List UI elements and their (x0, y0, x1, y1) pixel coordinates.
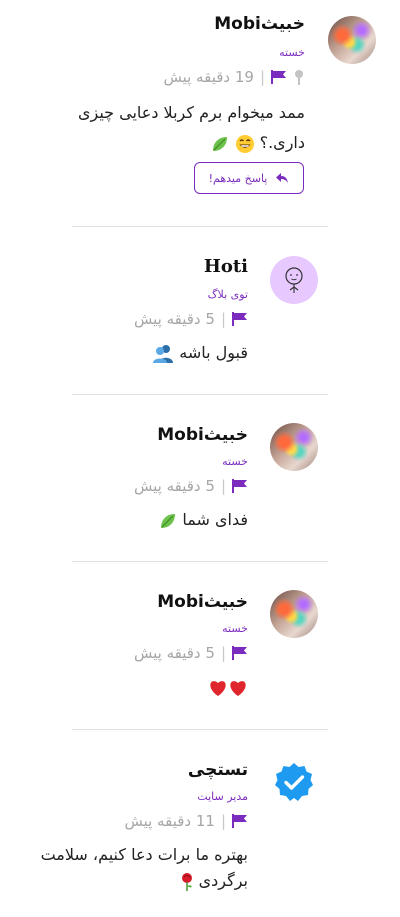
comment-feed: خبیثMobi خسته | 19 دقیقه پیش ممد میخوام … (0, 0, 400, 917)
username[interactable]: خبیثMobi (157, 425, 248, 445)
meta-separator: | (259, 68, 265, 86)
avatar[interactable] (270, 758, 318, 806)
verified-badge-icon (275, 763, 313, 801)
comment-time: 19 دقیقه پیش (163, 68, 254, 86)
avatar[interactable] (270, 590, 318, 638)
red-heart-icon (210, 680, 226, 696)
comment-text: قبول باشه (179, 343, 248, 362)
user-role: خسته (222, 622, 248, 635)
comment-text-line: برگردی (8, 868, 248, 894)
user-role: خسته (222, 455, 248, 468)
avatar[interactable] (270, 423, 318, 471)
comment-time: 11 دقیقه پیش (124, 812, 215, 830)
leaf-icon (161, 513, 176, 528)
comment-text: فدای شما (182, 510, 248, 529)
report-flag-icon[interactable] (232, 814, 248, 828)
comment-item: خبیثMobi خسته | 5 دقیقه پیش فدای شما (0, 395, 400, 561)
comment-text-line: داری.؟ (15, 128, 305, 158)
username[interactable]: خبیثMobi (157, 592, 248, 612)
meta-separator: | (220, 310, 226, 328)
comment-body (18, 672, 248, 702)
comment-time: 5 دقیقه پیش (134, 477, 215, 495)
comment-text-line: بهتره ما برات دعا کنیم، سلامت (40, 845, 248, 864)
report-flag-icon[interactable] (232, 646, 248, 660)
comment-text-line: ممد میخوام برم کربلا دعایی چیزی (77, 103, 305, 122)
report-flag-icon[interactable] (271, 70, 287, 84)
avatar[interactable] (270, 256, 318, 304)
comment-time: 5 دقیقه پیش (134, 644, 215, 662)
people-icon (153, 344, 174, 363)
comment-body: قبول باشه (18, 338, 248, 368)
comment-meta: | 11 دقیقه پیش (124, 812, 248, 830)
comment-meta: | 5 دقیقه پیش (134, 310, 248, 328)
leaf-icon (213, 136, 228, 151)
comment-item: Hoti توی بلاگ | 5 دقیقه پیش قبول باشه (0, 228, 400, 394)
avatar[interactable] (328, 16, 376, 64)
reply-arrow-icon (276, 173, 289, 183)
comment-time: 5 دقیقه پیش (134, 310, 215, 328)
username[interactable]: تستچی (188, 760, 248, 780)
comment-body: بهتره ما برات دعا کنیم، سلامت برگردی (8, 842, 248, 894)
comment-body: ممد میخوام برم کربلا دعایی چیزی داری.؟ (15, 98, 305, 158)
user-role: خسته (279, 46, 305, 59)
comment-item: خبیثMobi خسته | 5 دقیقه پیش (0, 562, 400, 728)
meta-separator: | (220, 812, 226, 830)
comment-meta: | 5 دقیقه پیش (134, 477, 248, 495)
doodle-avatar-icon (285, 267, 303, 293)
reply-label: پاسخ میدهم! (208, 171, 268, 185)
comment-meta: | 19 دقیقه پیش (163, 68, 305, 86)
pin-icon[interactable] (293, 69, 305, 85)
user-role: مدیر سایت (197, 790, 248, 803)
comment-body: فدای شما (18, 505, 248, 535)
rose-icon (181, 872, 192, 891)
comment-item: تستچی مدیر سایت | 11 دقیقه پیش بهتره ما … (0, 730, 400, 917)
meta-separator: | (220, 477, 226, 495)
username[interactable]: Hoti (204, 256, 248, 277)
username[interactable]: خبیثMobi (214, 14, 305, 34)
comment-meta: | 5 دقیقه پیش (134, 644, 248, 662)
reply-button[interactable]: پاسخ میدهم! (194, 162, 304, 194)
divider (72, 226, 328, 227)
user-role: توی بلاگ (207, 288, 248, 301)
report-flag-icon[interactable] (232, 312, 248, 326)
report-flag-icon[interactable] (232, 479, 248, 493)
comment-item: خبیثMobi خسته | 19 دقیقه پیش ممد میخوام … (0, 0, 400, 228)
grinning-face-icon (235, 134, 254, 153)
red-heart-icon (230, 680, 246, 696)
meta-separator: | (220, 644, 226, 662)
